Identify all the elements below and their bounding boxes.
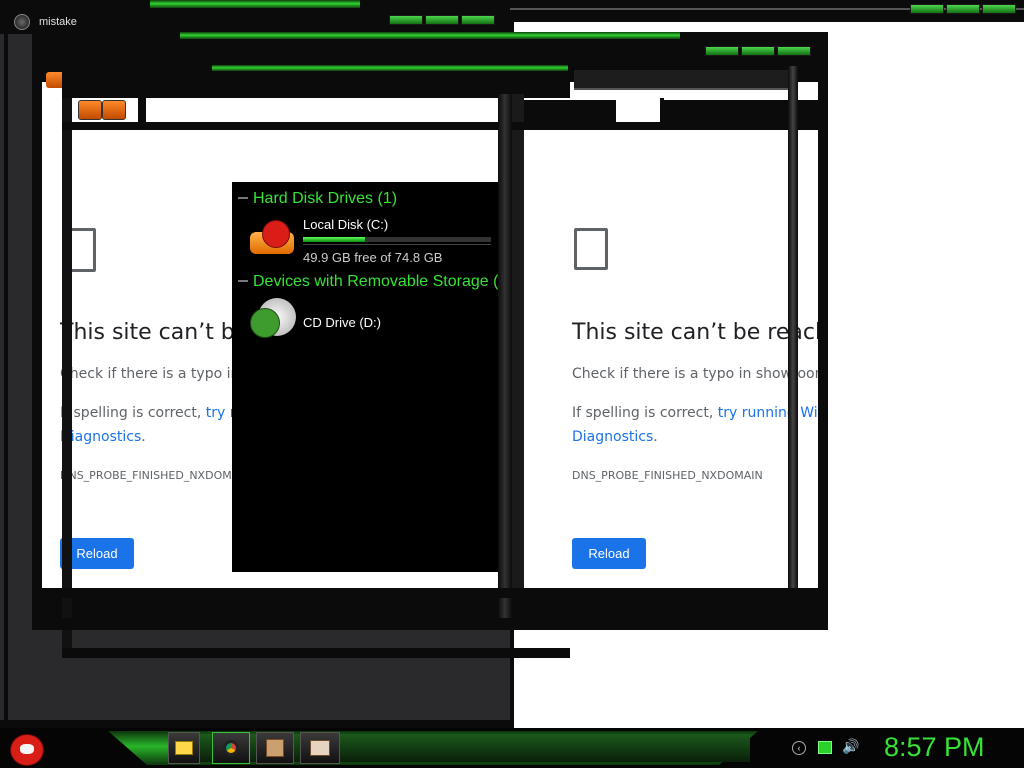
top-window-strip[interactable] bbox=[510, 0, 1024, 22]
folder-icon bbox=[175, 741, 193, 755]
window-controls[interactable] bbox=[389, 15, 495, 25]
error-spelling-text: If spelling is correct, try running Wind… bbox=[572, 405, 818, 421]
back-window-titlebar[interactable]: mistake bbox=[0, 0, 510, 34]
diagnostics-link-2[interactable]: Diagnostics. bbox=[60, 429, 146, 445]
reload-button[interactable]: Reload bbox=[572, 538, 646, 569]
start-button[interactable] bbox=[8, 730, 46, 766]
diagnostics-link-2[interactable]: Diagnostics. bbox=[572, 429, 658, 445]
group-removable-storage[interactable]: Devices with Removable Storage (1) bbox=[253, 273, 498, 291]
network-icon[interactable] bbox=[818, 741, 832, 754]
drive-c-free-space: 49.9 GB free of 74.8 GB bbox=[303, 250, 443, 265]
middle-window-frame bbox=[62, 62, 570, 120]
drive-c-name: Local Disk (C:) bbox=[303, 217, 389, 232]
taskbar-clock[interactable]: 8:57 PM bbox=[884, 732, 985, 763]
error-heading: This site can’t be reached bbox=[572, 320, 818, 345]
app-button-1[interactable] bbox=[256, 732, 294, 764]
back-arrow-button[interactable] bbox=[78, 100, 102, 120]
window-title: mistake bbox=[39, 16, 77, 28]
forward-arrow-button[interactable] bbox=[102, 100, 126, 120]
error-icon bbox=[574, 228, 608, 270]
app-icon bbox=[14, 14, 30, 30]
right-page: This site can’t be reached Check if ther… bbox=[522, 130, 818, 588]
angry-bird-drive-icon bbox=[250, 220, 296, 256]
error-typo-text: Check if there is a typo in showroom. bbox=[572, 366, 818, 382]
volume-icon[interactable]: 🔊 bbox=[842, 738, 859, 755]
drive-c-item[interactable]: Local Disk (C:) 49.9 GB free of 74.8 GB bbox=[248, 214, 498, 268]
chrome-icon bbox=[223, 740, 239, 756]
file-explorer-button[interactable] bbox=[168, 732, 200, 764]
taskbar: ‹ 🔊 8:57 PM bbox=[0, 728, 1024, 768]
cd-drive-icon bbox=[250, 298, 298, 338]
drives-panel: Hard Disk Drives (1) Local Disk (C:) 49.… bbox=[232, 182, 498, 572]
window-controls[interactable] bbox=[705, 46, 811, 56]
drive-c-usage-bar bbox=[303, 237, 491, 242]
app-button-2[interactable] bbox=[300, 732, 340, 764]
drive-d-name: CD Drive (D:) bbox=[303, 315, 381, 330]
tray-chevron-icon[interactable]: ‹ bbox=[792, 741, 806, 755]
photo-app-icon bbox=[266, 739, 284, 757]
error-code: DNS_PROBE_FINISHED_NXDOMAIN bbox=[60, 469, 251, 482]
tool-app-icon bbox=[310, 740, 330, 756]
chrome-button[interactable] bbox=[212, 732, 250, 764]
window-controls[interactable] bbox=[910, 4, 1016, 14]
group-hard-disk-drives[interactable]: Hard Disk Drives (1) bbox=[253, 190, 397, 208]
error-code: DNS_PROBE_FINISHED_NXDOMAIN bbox=[572, 469, 763, 482]
drive-d-item[interactable]: CD Drive (D:) bbox=[248, 296, 498, 342]
diagnostics-link[interactable]: try running Windows Network bbox=[718, 405, 818, 421]
